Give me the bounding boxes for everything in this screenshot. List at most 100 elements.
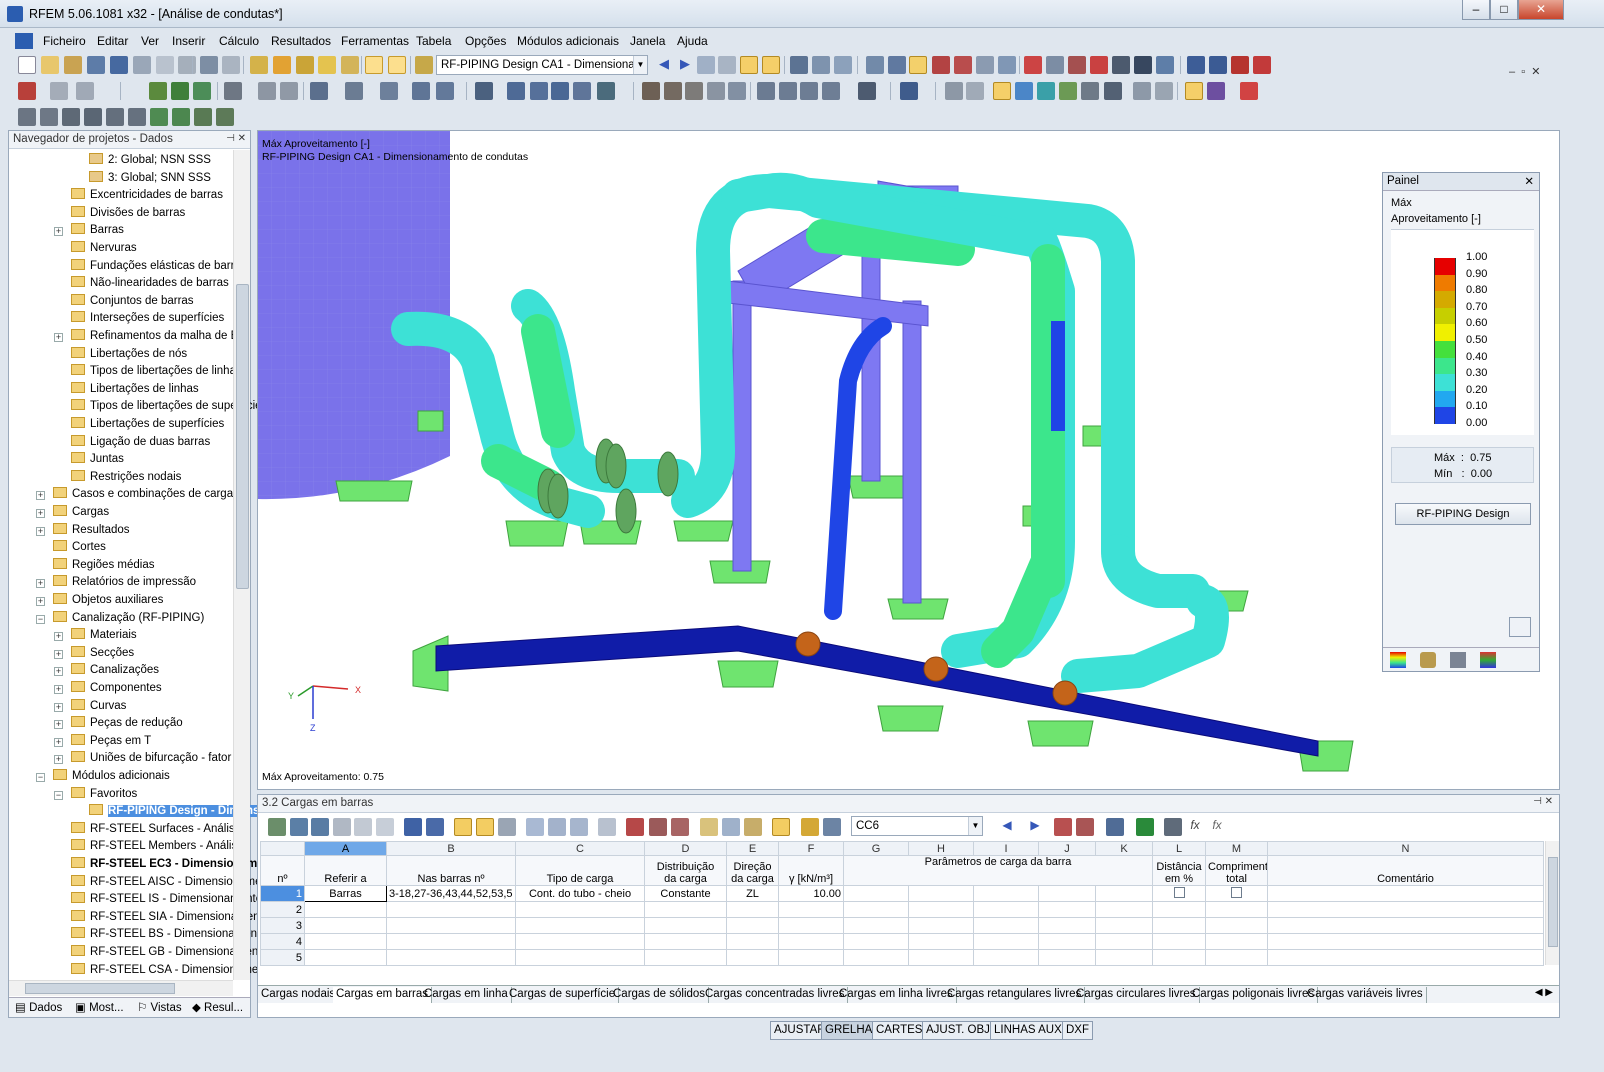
distance-percent-checkbox[interactable] [1173,886,1185,898]
menu-modulos[interactable]: Módulos adicionais [517,34,619,48]
polyline-icon[interactable] [76,82,94,100]
table-tab[interactable]: Cargas em linha [421,987,512,1003]
node-icon[interactable] [18,82,36,100]
table2-icon[interactable] [1155,82,1173,100]
layers-icon[interactable] [1133,82,1151,100]
results-on-icon[interactable] [318,56,336,74]
table-tab[interactable]: Cargas de sólidos [610,987,710,1003]
status-grelha[interactable]: GRELHA [821,1021,877,1040]
table-tab[interactable]: Cargas em barras [333,987,433,1003]
module-icon[interactable] [415,56,433,74]
table-tool-i-icon[interactable] [454,818,472,836]
table-tool-g-icon[interactable] [404,818,422,836]
tree-item[interactable]: Peças de redução [71,716,183,733]
design-case-combo[interactable]: RF-PIPING Design CA1 - Dimensionamento d… [436,55,648,75]
tree-item[interactable]: Juntas [71,452,124,469]
tool-g-icon[interactable] [998,56,1016,74]
table-row[interactable]: 3 [260,917,1544,934]
table-tool-a-icon[interactable] [268,818,286,836]
tree-item[interactable]: Módulos adicionais [53,769,170,786]
tree-item[interactable]: Tipos de libertações de linhas [71,364,242,381]
prev-icon[interactable]: ◀ [655,56,673,74]
tree-expander[interactable]: + [36,526,45,536]
calculate-all-icon[interactable] [273,56,291,74]
tool-b-icon[interactable] [888,56,906,74]
table-tab[interactable]: Cargas nodais [258,987,340,1003]
col-c[interactable]: C [515,841,645,856]
member-icon[interactable] [149,82,167,100]
tree-item[interactable]: Componentes [71,681,162,698]
table-tool-b-icon[interactable] [290,818,308,836]
tree-expander[interactable]: + [36,597,45,606]
rotate-icon[interactable] [530,82,548,100]
tree-expander[interactable]: + [54,702,63,712]
table-tool-k-icon[interactable] [498,818,516,836]
col-e[interactable]: E [726,841,779,856]
table-tool-m-icon[interactable] [548,818,566,836]
menu-janela[interactable]: Janela [630,34,665,48]
delete-row-icon[interactable] [626,818,644,836]
color-icon[interactable] [1207,82,1225,100]
wire-icon[interactable] [812,56,830,74]
table-tool-h-icon[interactable] [426,818,444,836]
zoom-window-icon[interactable] [685,82,703,100]
tree-item[interactable]: 3: Global; SNN SSS [89,170,211,188]
tool-d-icon[interactable] [932,56,950,74]
select4-icon[interactable] [412,82,430,100]
zoom-all-icon[interactable] [664,82,682,100]
tool-l-icon[interactable] [1112,56,1130,74]
table-row[interactable]: 2 [260,901,1544,918]
open-icon[interactable] [41,56,59,74]
legend-tab-icon[interactable] [1390,652,1406,668]
col-l[interactable]: L [1152,841,1206,856]
load-case-combo[interactable]: CC6 ▼ [851,816,983,836]
tree-item[interactable]: Resultados [53,522,130,540]
tree-item[interactable]: Regiões médias [53,557,154,575]
maximize-button[interactable]: □ [1490,0,1518,20]
show-values-icon[interactable] [762,56,780,74]
table-tool-t-icon[interactable] [744,818,762,836]
col-d[interactable]: D [644,841,727,856]
table-tool-p-icon[interactable] [649,818,667,836]
table-tool-d-icon[interactable] [333,818,351,836]
new-icon[interactable] [18,56,36,74]
report-icon[interactable] [178,56,196,74]
divide-icon[interactable] [597,82,615,100]
table-tool-w-icon[interactable] [823,818,841,836]
copy-icon[interactable] [507,82,525,100]
tool-i-icon[interactable] [1046,56,1064,74]
solid-icon[interactable] [834,56,852,74]
view-icon-b[interactable] [718,56,736,74]
navigator-scrollbar[interactable] [233,150,250,980]
hinge-icon[interactable] [193,82,211,100]
draw-e-icon[interactable] [106,108,124,126]
calculate-icon[interactable] [250,56,268,74]
draw-b-icon[interactable] [40,108,58,126]
tree-expander[interactable]: + [36,579,45,589]
dim2-icon[interactable] [280,82,298,100]
table-tool-l-icon[interactable] [526,818,544,836]
table-tool-o-icon[interactable] [598,818,616,836]
tool-p-icon[interactable] [1209,56,1227,74]
tab-resultados[interactable]: ◆ Resul... [192,1000,243,1014]
save-icon[interactable] [110,56,128,74]
tool-e-icon[interactable] [954,56,972,74]
render-mode-icon[interactable] [900,82,918,100]
tree-item[interactable]: Ligação de duas barras [71,434,210,452]
menu-editar[interactable]: Editar [97,34,128,48]
view-y-icon[interactable] [779,82,797,100]
calculator-icon[interactable] [1164,818,1182,836]
tree-expander[interactable]: + [54,755,63,765]
fx-icon[interactable]: fx [1186,818,1204,836]
status-linhas-aux[interactable]: LINHAS AUX. [990,1021,1069,1040]
col-j[interactable]: J [1038,841,1096,856]
select5-icon[interactable] [436,82,454,100]
menu-ferramentas[interactable]: Ferramentas [341,34,409,48]
table-tool-y-icon[interactable] [1076,818,1094,836]
panel-toggle-icon[interactable] [388,56,406,74]
render-icon[interactable] [790,56,808,74]
status-dxf[interactable]: DXF [1062,1021,1093,1040]
total-length-checkbox[interactable] [1231,886,1242,898]
col-h[interactable]: H [908,841,974,856]
table-tool-c-icon[interactable] [311,818,329,836]
